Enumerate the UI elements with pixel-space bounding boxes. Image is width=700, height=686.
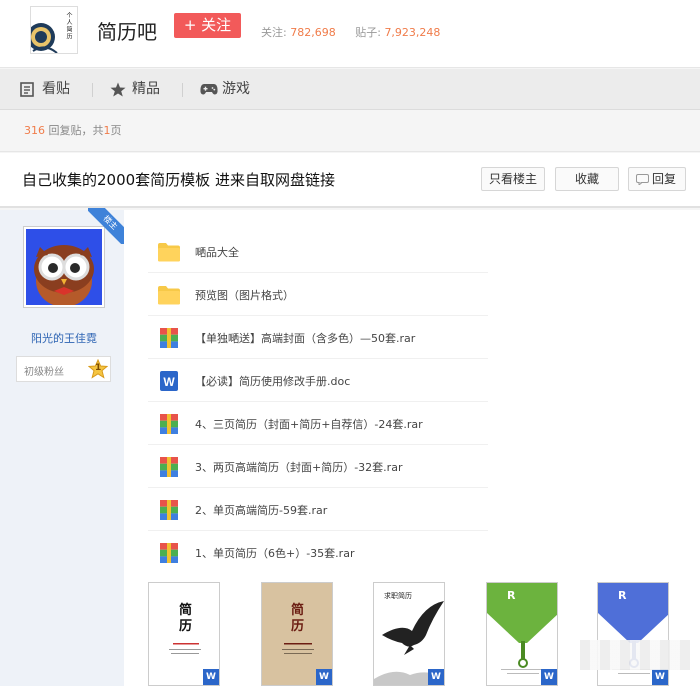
svg-text:W: W (163, 375, 175, 389)
archive-icon (160, 543, 178, 563)
resume-thumbnail[interactable]: R W (597, 582, 669, 686)
tab-divider (92, 83, 93, 97)
file-item[interactable]: 3、两页高端简历（封面+简历）-32套.rar (148, 445, 488, 488)
tab-label: 看贴 (42, 81, 70, 97)
author-name[interactable]: 阳光的王佳霓 (0, 330, 128, 346)
page-suffix: 页 (110, 124, 122, 137)
gamepad-icon (200, 84, 218, 95)
file-name: 嗮品大全 (195, 246, 239, 259)
page-count: 1 (103, 124, 111, 137)
post-count: 7,923,248 (384, 26, 441, 39)
reply-label: 回复贴，共 (48, 124, 104, 137)
archive-icon (160, 457, 178, 477)
resume-thumbnail[interactable]: R W (486, 582, 558, 686)
follow-button[interactable]: + 关注 (174, 13, 241, 38)
resume-thumbnail[interactable]: 简历 W (261, 582, 333, 686)
forum-name[interactable]: 简历吧 (97, 16, 157, 45)
logo-text: 个人简历 (65, 12, 72, 40)
resume-thumbnail[interactable]: 求职简历 W (373, 582, 445, 686)
reply-button-label: 回复 (651, 172, 676, 186)
file-name: 【必读】简历使用修改手册.doc (195, 375, 351, 388)
thread-header: 自己收集的2000套简历模板 进来自取网盘链接 只看楼主 收藏 回复 (0, 153, 700, 208)
follow-count-label: 关注: (261, 26, 287, 39)
only-op-button[interactable]: 只看楼主 (481, 167, 545, 191)
file-item[interactable]: 2、单页高端简历-59套.rar (148, 488, 488, 531)
thumbnail-title: R (618, 589, 627, 602)
forum-stats: 关注: 782,698 贴子: 7,923,248 (261, 24, 456, 40)
thread-title: 自己收集的2000套简历模板 进来自取网盘链接 (22, 171, 335, 189)
file-name: 预览图（图片格式） (195, 289, 294, 302)
op-badge: 楼主 (88, 208, 124, 244)
file-item[interactable]: W 【必读】简历使用修改手册.doc (148, 359, 488, 402)
archive-icon (160, 500, 178, 520)
reply-summary: 316 回复贴，共1页 (0, 111, 700, 152)
forum-header: 个人简历 简历吧 + 关注 关注: 782,698 贴子: 7,923,248 (0, 0, 700, 68)
file-item[interactable]: 【单独嗮送】高端封面（含多色）—50套.rar (148, 316, 488, 359)
archive-icon (160, 414, 178, 434)
file-item[interactable]: 1、单页简历（6色+）-35套.rar (148, 531, 488, 574)
fan-level-badge[interactable]: 初级粉丝 1 (16, 356, 111, 382)
word-doc-icon: W (541, 669, 557, 685)
tab-divider (182, 83, 183, 97)
word-doc-icon: W (316, 669, 332, 685)
forum-logo[interactable]: 个人简历 (30, 6, 78, 54)
file-name: 1、单页简历（6色+）-35套.rar (195, 547, 355, 560)
reply-button[interactable]: 回复 (628, 167, 686, 191)
file-name: 3、两页高端简历（封面+简历）-32套.rar (195, 461, 403, 474)
reply-count: 316 (24, 124, 45, 137)
file-item[interactable]: 嗮品大全 (148, 230, 488, 273)
fan-level-number: 1 (95, 363, 102, 373)
word-doc-icon: W (428, 669, 444, 685)
folder-icon (158, 243, 180, 262)
file-name: 4、三页简历（封面+简历+自荐信）-24套.rar (195, 418, 423, 431)
word-doc-icon: W (203, 669, 219, 685)
forum-tabs: 看贴 精品 游戏 (0, 69, 700, 110)
resume-thumbnail[interactable]: 简历 W (148, 582, 220, 686)
word-doc-icon: W (160, 371, 178, 391)
tab-label: 游戏 (222, 81, 250, 97)
word-doc-icon: W (652, 669, 668, 685)
follow-count: 782,698 (290, 26, 336, 39)
document-icon (20, 82, 34, 97)
archive-icon (160, 328, 178, 348)
file-item[interactable]: 4、三页简历（封面+简历+自荐信）-24套.rar (148, 402, 488, 445)
post-count-label: 贴子: (355, 26, 381, 39)
thumbnail-title: R (507, 589, 516, 602)
tab-label: 精品 (132, 81, 160, 97)
collect-button[interactable]: 收藏 (555, 167, 619, 191)
star-icon (110, 82, 126, 97)
folder-icon (158, 286, 180, 305)
file-name: 【单独嗮送】高端封面（含多色）—50套.rar (195, 332, 416, 345)
op-ribbon: 楼主 (88, 208, 124, 244)
watermark-blur (580, 640, 690, 670)
fan-level-label: 初级粉丝 (24, 367, 64, 378)
file-item[interactable]: 预览图（图片格式） (148, 273, 488, 316)
file-name: 2、单页高端简历-59套.rar (195, 504, 328, 517)
comment-icon (636, 174, 649, 185)
